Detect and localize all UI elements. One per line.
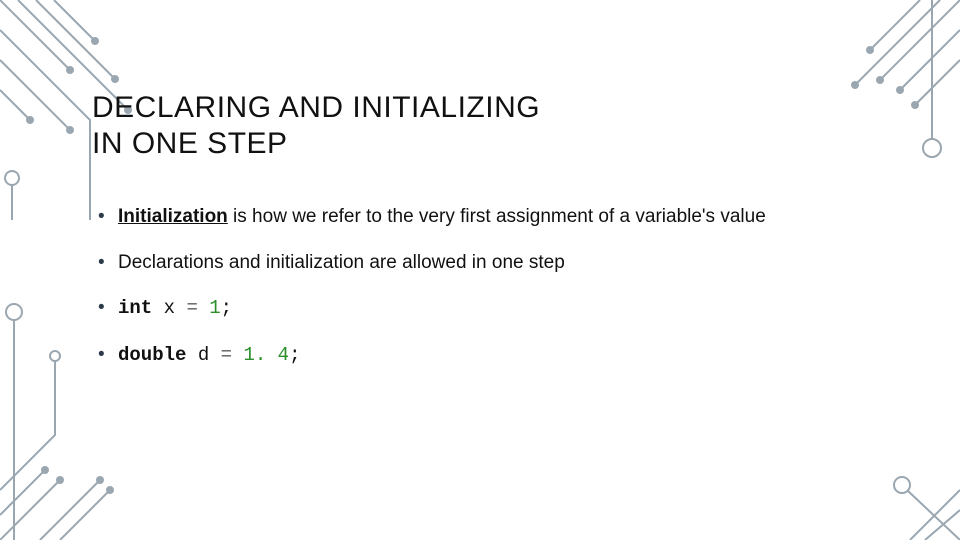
code-semicolon: ; xyxy=(289,344,300,366)
code-var: x xyxy=(152,297,186,319)
bullet-one-step: Declarations and initialization are allo… xyxy=(92,250,852,276)
bullet-code-double: double d = 1. 4; xyxy=(92,342,852,369)
code-var: d xyxy=(186,344,220,366)
slide-title: DECLARING AND INITIALIZING IN ONE STEP xyxy=(92,90,852,162)
bullet-text: is how we refer to the very first assign… xyxy=(228,206,766,227)
title-line-2: IN ONE STEP xyxy=(92,127,288,160)
slide-content: DECLARING AND INITIALIZING IN ONE STEP I… xyxy=(92,90,852,389)
bullet-text: Declarations and initialization are allo… xyxy=(118,252,565,273)
title-line-1: DECLARING AND INITIALIZING xyxy=(92,91,540,124)
bullet-initialization-definition: Initialization is how we refer to the ve… xyxy=(92,204,852,230)
bullet-code-int: int x = 1; xyxy=(92,295,852,322)
code-equals: = xyxy=(186,297,197,319)
code-number: 1. 4 xyxy=(232,344,289,366)
term-initialization: Initialization xyxy=(118,206,228,227)
circuit-decoration-bottom-right xyxy=(840,460,960,540)
bullet-list: Initialization is how we refer to the ve… xyxy=(92,204,852,369)
code-semicolon: ; xyxy=(221,297,232,319)
code-number: 1 xyxy=(198,297,221,319)
code-keyword-int: int xyxy=(118,297,152,319)
code-equals: = xyxy=(221,344,232,366)
code-keyword-double: double xyxy=(118,344,186,366)
